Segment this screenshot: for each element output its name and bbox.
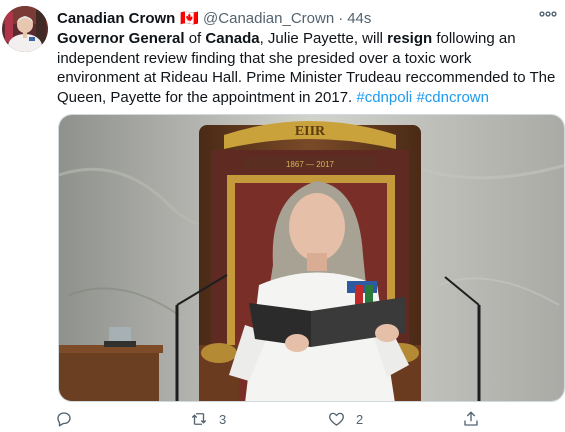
- author-name[interactable]: Canadian Crown: [57, 10, 175, 27]
- retweet-icon: [189, 410, 209, 428]
- separator-dot: ·: [338, 9, 344, 27]
- tweet-text: Governor General of Canada, Julie Payett…: [57, 29, 557, 107]
- hashtag-cdncrown[interactable]: #cdncrown: [416, 89, 489, 106]
- like-count: 2: [356, 411, 364, 427]
- tweet-action-bar: 3 2: [55, 408, 555, 430]
- author-handle[interactable]: @Canadian_Crown: [203, 10, 334, 27]
- share-button[interactable]: [462, 408, 480, 430]
- avatar[interactable]: [2, 6, 48, 52]
- canada-flag-icon: 🇨🇦: [180, 10, 200, 27]
- tweet-text-segment: of: [184, 30, 206, 47]
- heart-icon: [327, 410, 346, 428]
- like-button[interactable]: 2: [327, 408, 363, 430]
- reply-icon: [55, 410, 73, 428]
- share-icon: [462, 410, 480, 428]
- reply-button[interactable]: [55, 408, 73, 430]
- tweet-timestamp[interactable]: 44s: [347, 10, 371, 27]
- tweet-header: Canadian Crown 🇨🇦 @Canadian_Crown · 44s: [57, 9, 555, 28]
- tweet-photo[interactable]: EIIR 1867 — 2017: [58, 114, 565, 402]
- hashtag-cdnpoli[interactable]: #cdnpoli: [356, 89, 412, 106]
- throne-crest-text: EIIR: [295, 124, 326, 139]
- bold-canada: Canada: [205, 30, 260, 47]
- bold-resign: resign: [387, 30, 433, 47]
- throne-years-text: 1867 — 2017: [286, 160, 335, 169]
- retweet-count: 3: [219, 411, 227, 427]
- tweet-text-segment: , Julie Payette, will: [259, 30, 388, 47]
- more-options-icon[interactable]: [539, 5, 557, 23]
- retweet-button[interactable]: 3: [189, 408, 226, 430]
- bold-governor-general: Governor General: [57, 30, 185, 47]
